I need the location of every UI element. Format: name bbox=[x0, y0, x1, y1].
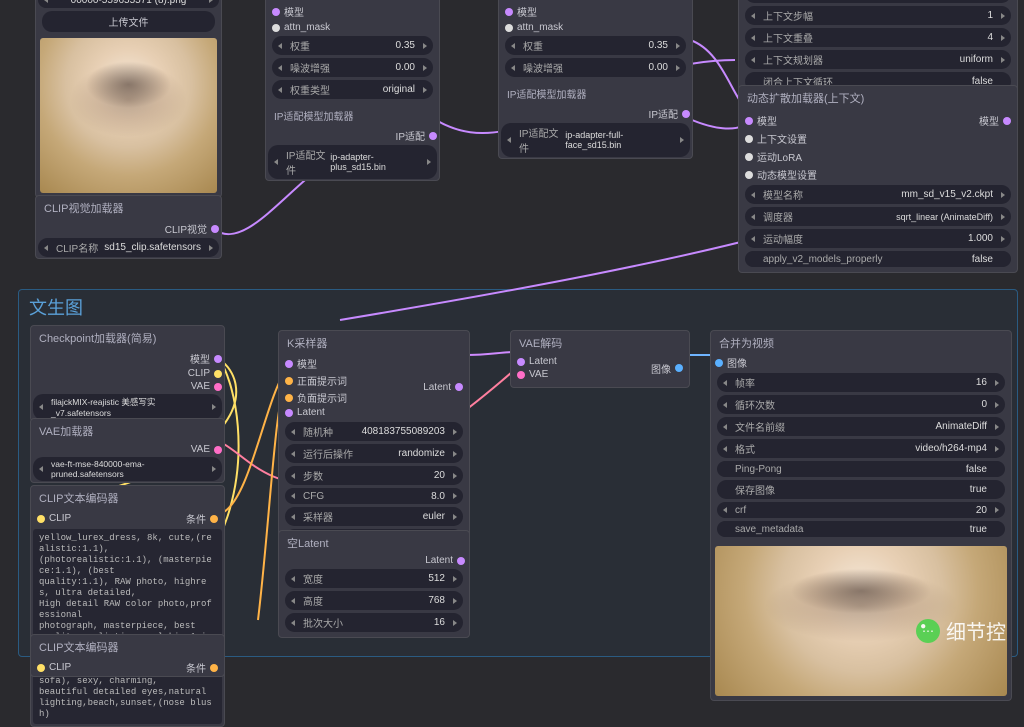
node-title: VAE加载器 bbox=[31, 419, 224, 443]
loaded-image-preview bbox=[40, 38, 217, 193]
height-param[interactable]: 高度768 bbox=[285, 591, 463, 610]
vae-decode-node[interactable]: VAE解码 Latent VAE 图像 bbox=[510, 330, 690, 388]
sampler-param[interactable]: 采样器euler bbox=[285, 507, 463, 526]
node-title: 合并为视频 bbox=[711, 331, 1011, 355]
group-title: 文生图 bbox=[29, 294, 83, 320]
node-title: CLIP文本编码器 bbox=[31, 486, 224, 510]
width-param[interactable]: 宽度512 bbox=[285, 569, 463, 588]
noise-param[interactable]: 噪波增强0.00 bbox=[505, 58, 686, 77]
clip-name-param[interactable]: CLIP名称sd15_clip.safetensors bbox=[38, 238, 219, 257]
prompt-text[interactable]: yellow_lurex_dress, 8k, cute,(realistic:… bbox=[33, 529, 222, 724]
ipadapter-node-2[interactable]: CLIP视觉 模型 attn_mask 权重0.35 噪波增强0.00 IP适配… bbox=[498, 0, 693, 159]
node-title: CLIP视觉加载器 bbox=[36, 196, 221, 220]
weight-param[interactable]: 权重0.35 bbox=[272, 36, 433, 55]
context-options-node[interactable]: 上下文长度16 上下文步幅1 上下文重叠4 上下文规划器uniform 闭合上下… bbox=[738, 0, 1018, 97]
control-after-param[interactable]: 运行后操作randomize bbox=[285, 444, 463, 463]
seed-param[interactable]: 随机种408183755089203 bbox=[285, 422, 463, 441]
ip-file-param[interactable]: IP适配文件ip-adapter-plus_sd15.bin bbox=[268, 145, 437, 179]
sub-title: IP适配模型加载器 bbox=[499, 82, 692, 105]
animatediff-loader-node[interactable]: 动态扩散加载器(上下文) 模型 模型 上下文设置 运动LoRA 动态模型设置 模… bbox=[738, 85, 1018, 273]
node-title: VAE解码 bbox=[511, 331, 689, 355]
ckpt-file-param[interactable]: filajckMIX-reajistic 美感写实_v7.safetensors bbox=[33, 394, 222, 420]
node-title: 动态扩散加载器(上下文) bbox=[739, 86, 1017, 110]
image-file-pill[interactable]: 00000-559655571 (8).png bbox=[38, 0, 219, 8]
clip-text-encode-1[interactable]: CLIP文本编码器 CLIP 条件 yellow_lurex_dress, 8k… bbox=[30, 485, 225, 727]
steps-param[interactable]: 步数20 bbox=[285, 466, 463, 485]
ipadapter-node-1[interactable]: CLIP视觉 模型 attn_mask 权重0.35 噪波增强0.00 权重类型… bbox=[265, 0, 440, 181]
image-loader-node[interactable]: 00000-559655571 (8).png 上传文件 bbox=[35, 0, 222, 198]
cfg-param[interactable]: CFG8.0 bbox=[285, 488, 463, 504]
wechat-icon: ⋯ bbox=[916, 619, 940, 643]
weight-type-param[interactable]: 权重类型original bbox=[272, 80, 433, 99]
node-title: Checkpoint加载器(简易) bbox=[31, 326, 224, 350]
clip-vision-loader-node[interactable]: CLIP视觉加载器 CLIP视觉 CLIP名称sd15_clip.safeten… bbox=[35, 195, 222, 259]
watermark: ⋯ 细节控 bbox=[916, 616, 1006, 645]
vae-loader-node[interactable]: VAE加载器 VAE vae-ft-mse-840000-ema-pruned.… bbox=[30, 418, 225, 483]
batch-param[interactable]: 批次大小16 bbox=[285, 613, 463, 632]
ip-file-param[interactable]: IP适配文件ip-adapter-full-face_sd15.bin bbox=[501, 123, 690, 157]
weight-param[interactable]: 权重0.35 bbox=[505, 36, 686, 55]
sub-title: IP适配模型加载器 bbox=[266, 104, 439, 127]
node-title: K采样器 bbox=[279, 331, 469, 355]
checkpoint-loader-node[interactable]: Checkpoint加载器(简易) 模型 CLIP VAE filajckMIX… bbox=[30, 325, 225, 422]
node-title: 空Latent bbox=[279, 531, 469, 555]
vae-file-param[interactable]: vae-ft-mse-840000-ema-pruned.safetensors bbox=[33, 457, 222, 481]
clip-text-encode-2[interactable]: CLIP文本编码器 CLIP 条件 bbox=[30, 634, 225, 677]
upload-button[interactable]: 上传文件 bbox=[42, 11, 215, 32]
empty-latent-node[interactable]: 空Latent Latent 宽度512 高度768 批次大小16 bbox=[278, 530, 470, 638]
noise-param[interactable]: 噪波增强0.00 bbox=[272, 58, 433, 77]
node-title: CLIP文本编码器 bbox=[31, 635, 224, 659]
video-combine-node[interactable]: 合并为视频 图像 帧率16 循环次数0 文件名前缀AnimateDiff 格式v… bbox=[710, 330, 1012, 701]
